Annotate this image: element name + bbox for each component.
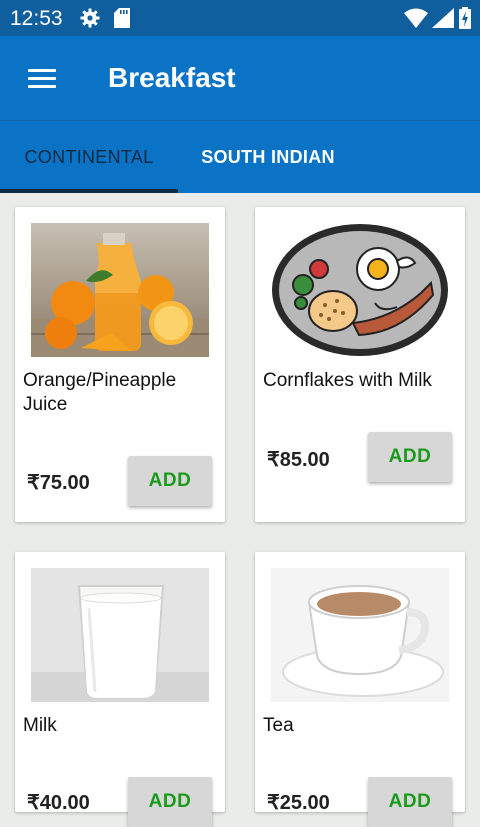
item-name: Cornflakes with Milk [263,370,432,391]
sd-card-icon [114,8,130,28]
item-name: Orange/Pineapple Juice [23,370,177,415]
tab-continental[interactable]: CONTINENTAL [0,121,178,193]
status-bar: 12:53 [0,0,480,36]
app-bar: Breakfast [0,36,480,120]
add-button[interactable]: ADD [368,432,452,482]
add-button[interactable]: ADD [128,456,212,506]
item-image-milk [31,568,209,702]
wifi-icon [404,8,428,28]
menu-icon[interactable] [28,69,56,89]
menu-item-card: Orange/Pineapple Juice ₹75.00 ADD [15,207,225,522]
item-image-tea [271,568,449,702]
battery-icon [459,7,471,29]
item-image-breakfast-plate [271,223,449,357]
selected-tab-indicator [0,189,178,193]
settings-icon [80,8,100,28]
menu-item-card: Milk ₹40.00 ADD [15,552,225,827]
item-name: Milk [23,715,57,736]
tab-south-indian[interactable]: SOUTH INDIAN [180,121,356,193]
page-title: Breakfast [108,62,236,93]
add-button[interactable]: ADD [128,777,212,827]
item-price: ₹25.00 [267,792,330,814]
category-tabs: CONTINENTAL SOUTH INDIAN [0,120,480,193]
menu-item-card: Cornflakes with Milk ₹85.00 ADD [255,207,465,522]
item-price: ₹75.00 [27,472,90,494]
signal-icon [432,8,454,28]
item-price: ₹40.00 [27,792,90,814]
add-button[interactable]: ADD [368,777,452,827]
item-price: ₹85.00 [267,449,330,471]
item-name: Tea [263,715,294,736]
status-time: 12:53 [10,7,63,30]
item-image-orange-juice [31,223,209,357]
menu-item-card: Tea ₹25.00 ADD [255,552,465,827]
